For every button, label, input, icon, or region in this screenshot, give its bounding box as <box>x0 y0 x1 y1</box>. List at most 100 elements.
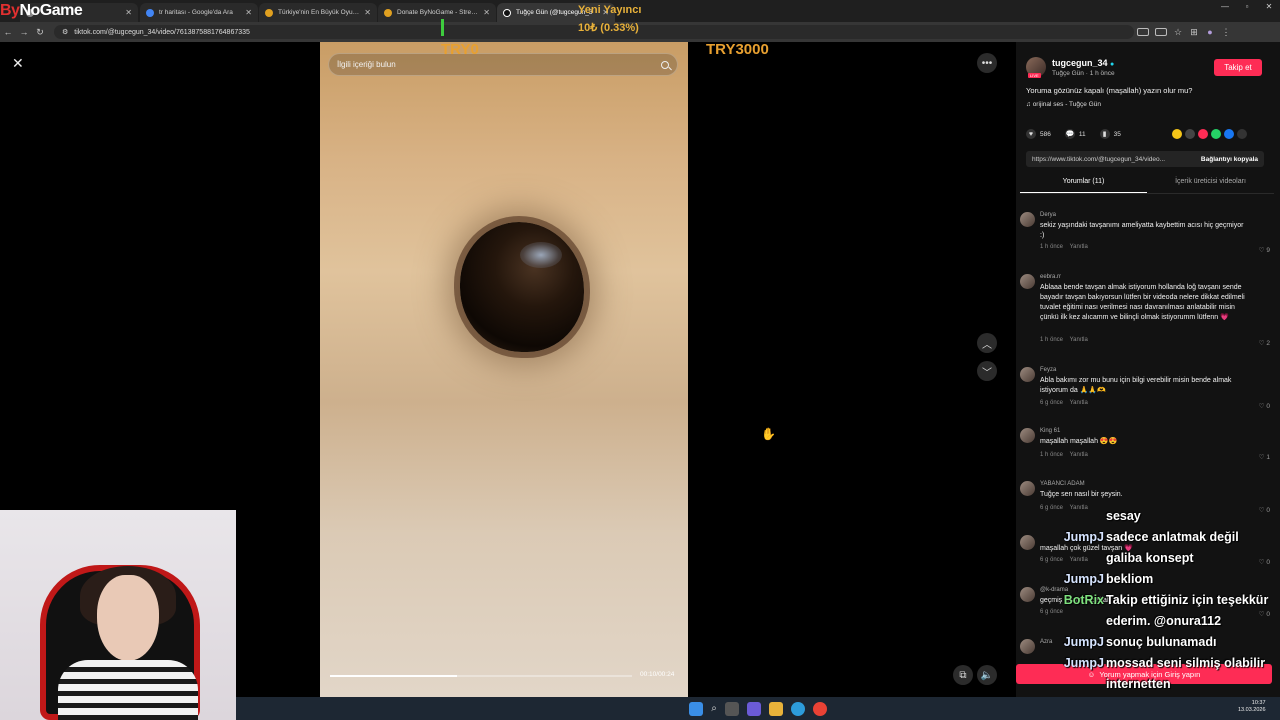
divider <box>1020 193 1274 194</box>
extensions-icon[interactable]: ⊞ <box>1186 27 1202 38</box>
tab-comments[interactable]: Yorumlar (11) <box>1020 175 1147 193</box>
avatar[interactable] <box>1020 367 1035 382</box>
tab-1[interactable]: tr haritası - Google'da Ara ✕ <box>140 3 258 22</box>
whatsapp-icon[interactable] <box>1211 129 1221 139</box>
comment-like-button[interactable]: ♡ 9 <box>1259 246 1270 254</box>
forward-icon[interactable]: → <box>16 27 32 37</box>
tab-creator-videos[interactable]: İçerik üreticisi videoları <box>1147 175 1274 193</box>
video-time: 00:10/00:24 <box>640 671 675 678</box>
follow-button[interactable]: Takip et <box>1214 59 1262 76</box>
close-video-icon[interactable]: ✕ <box>12 55 24 72</box>
system-clock[interactable]: 10:37 13.03.2026 <box>1238 700 1266 714</box>
reply-button[interactable]: Yanıtla <box>1070 505 1088 511</box>
video-progress-bar[interactable] <box>330 675 632 677</box>
bynogame-favicon-icon <box>265 8 273 17</box>
comment-item: King 61 maşallah maşallah 😍😍 1 h önce Ya… <box>1020 428 1270 463</box>
search-icon[interactable]: ⌕ <box>711 703 717 714</box>
tab-close-icon[interactable]: ✕ <box>364 8 371 17</box>
video-player[interactable] <box>320 42 688 697</box>
tab-close-icon[interactable]: ✕ <box>245 8 252 17</box>
comment-like-button[interactable]: ♡ 1 <box>1259 453 1270 461</box>
reply-button[interactable]: Yanıtla <box>1070 337 1088 343</box>
streamer-face <box>97 575 159 661</box>
stats-row: ♥ 586 💬 11 ▮ 35 <box>1026 129 1121 139</box>
tab-2[interactable]: Türkiye'nin En Büyük Oyuncu D✕ <box>259 3 377 22</box>
comment-item: eebra.rr Ablaaa bende tavşan almak istiy… <box>1020 274 1270 349</box>
avatar[interactable] <box>1020 481 1035 496</box>
google-icon <box>146 8 154 17</box>
chrome-icon[interactable] <box>812 701 827 716</box>
site-info-icon[interactable]: ⚙ <box>62 28 68 36</box>
copy-link-button[interactable]: Bağlantıyı kopyala <box>1201 156 1258 163</box>
comment-like-button[interactable]: ♡ 2 <box>1259 339 1270 347</box>
close-window-icon[interactable]: ✕ <box>1258 2 1280 11</box>
donation-goal-title: Yeni Yayıncı <box>578 4 642 16</box>
chat-line: JumpJ sonuç bulunamadı <box>1063 635 1217 649</box>
share-icons <box>1172 129 1247 139</box>
sidebar-tabs: Yorumlar (11) İçerik üreticisi videoları <box>1020 175 1274 193</box>
comment-bubble-icon[interactable]: 💬 <box>1064 129 1075 139</box>
music-note-icon: ♫ <box>1026 101 1031 108</box>
video-link-box: https://www.tiktok.com/@tugcegun_34/vide… <box>1026 151 1264 167</box>
bookmark-icon[interactable]: ▮ <box>1099 129 1110 139</box>
avatar[interactable] <box>1020 274 1035 289</box>
start-icon[interactable] <box>689 701 704 716</box>
address-bar: ← → ↻ ⚙ tiktok.com/@tugcegun_34/video/76… <box>0 22 1280 42</box>
donation-goal-end: TRY3000 <box>706 41 769 58</box>
next-video-icon[interactable]: ﹀ <box>977 361 997 381</box>
tab-close-icon[interactable]: ✕ <box>125 8 132 17</box>
search-icon[interactable] <box>661 60 669 69</box>
bynogame-favicon-icon <box>384 8 392 17</box>
reply-button[interactable]: Yanıtla <box>1070 557 1088 563</box>
send-icon[interactable] <box>1198 129 1208 139</box>
back-icon[interactable]: ← <box>0 27 16 37</box>
previous-video-icon[interactable]: ︿ <box>977 333 997 353</box>
copilot-icon[interactable] <box>746 701 761 716</box>
tiktok-icon <box>503 8 511 17</box>
comment-like-button[interactable]: ♡ 0 <box>1259 402 1270 410</box>
windows-taskbar: ⌕ <box>236 697 1280 720</box>
chat-line: JumpJ mossad seni silmiş olabilir <box>1063 656 1266 670</box>
minimize-icon[interactable]: — <box>1214 2 1236 11</box>
reload-icon[interactable]: ↻ <box>32 27 48 38</box>
share-arrow-icon[interactable] <box>1237 129 1247 139</box>
sound-link[interactable]: ♫ orijinal ses - Tuğçe Gün <box>1026 101 1101 108</box>
creator-meta: Tuğçe Gün · 1 h önce <box>1052 70 1115 77</box>
embed-icon[interactable] <box>1185 129 1195 139</box>
task-view-icon[interactable] <box>724 701 739 716</box>
related-content-search[interactable]: İlgili içeriği bulun <box>328 53 678 76</box>
reply-button[interactable]: Yanıtla <box>1070 452 1088 458</box>
translate-icon[interactable] <box>1137 28 1149 36</box>
bookmark-star-icon[interactable]: ☆ <box>1170 27 1186 38</box>
maximize-icon[interactable]: ▫ <box>1236 2 1258 11</box>
comment-item: Derya sekiz yaşındaki tavşanımı ameliyat… <box>1020 212 1270 262</box>
menu-icon[interactable]: ⋮ <box>1218 27 1234 38</box>
reply-button[interactable]: Yanıtla <box>1070 244 1088 250</box>
volume-icon[interactable]: 🔈 <box>977 665 997 685</box>
creator-username[interactable]: tugcegun_34 ● <box>1052 58 1114 68</box>
mouse-cursor-icon: ✋ <box>761 427 776 441</box>
more-options-icon[interactable]: ••• <box>977 53 997 73</box>
chat-line: ederim. @onura112 <box>1106 614 1222 628</box>
facebook-icon[interactable] <box>1224 129 1234 139</box>
emoji-share-icon[interactable] <box>1172 129 1182 139</box>
tab-close-icon[interactable]: ✕ <box>483 8 490 17</box>
tab-3[interactable]: Donate ByNoGame - Streamer ✕ <box>378 3 496 22</box>
streamer-shirt <box>58 660 198 720</box>
edge-icon[interactable] <box>790 701 805 716</box>
chat-line: BotRix Takip ettiğiniz için teşekkür <box>1063 593 1269 607</box>
rabbit-eye-image <box>460 222 584 352</box>
avatar[interactable] <box>1020 428 1035 443</box>
verified-icon: ● <box>1110 61 1115 68</box>
chat-line: JumpJ bekliom <box>1063 572 1154 586</box>
reply-button[interactable]: Yanıtla <box>1070 400 1088 406</box>
video-progress-fill <box>330 675 457 677</box>
profile-icon[interactable]: ● <box>1202 27 1218 37</box>
like-heart-icon[interactable]: ♥ <box>1026 129 1036 139</box>
cast-icon[interactable] <box>1155 28 1167 36</box>
avatar[interactable] <box>1020 212 1035 227</box>
rabbit-fur-image <box>320 42 688 697</box>
file-explorer-icon[interactable] <box>768 701 783 716</box>
eye-reflection <box>520 242 562 268</box>
pip-icon[interactable]: ⧉ <box>953 665 973 685</box>
